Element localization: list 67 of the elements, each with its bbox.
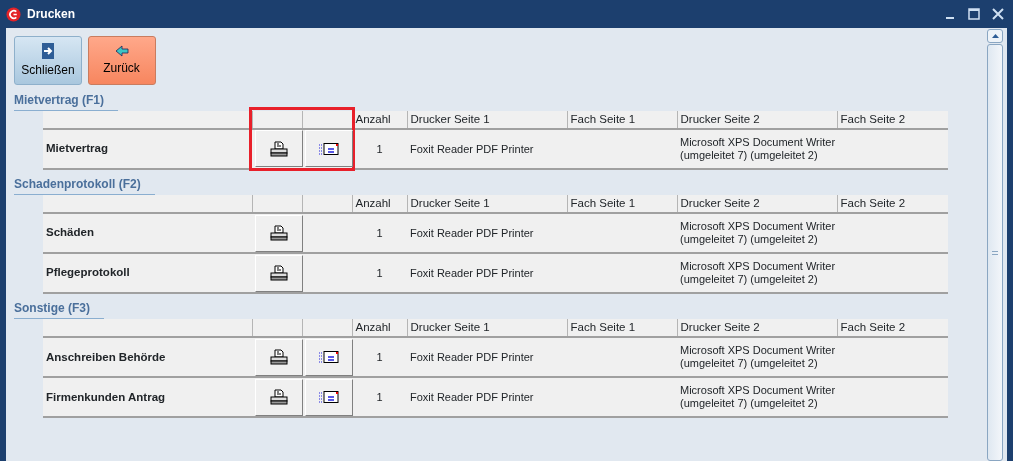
printer-icon <box>270 349 288 366</box>
minimize-icon <box>946 17 954 19</box>
printer-cell-text: Microsoft XPS Document Writer (umgeleitet 7) (umgeleitet 2) <box>680 135 837 162</box>
email-icon <box>319 391 339 404</box>
printer-cell: Foxit Reader PDF Printer <box>407 213 567 253</box>
column-header: Anzahl <box>352 319 407 338</box>
printer-cell-text: Microsoft XPS Document Writer (umgeleitet 7) (umgeleitet 2) <box>680 344 837 371</box>
column-header: Fach Seite 2 <box>837 110 948 129</box>
maximize-button[interactable] <box>965 5 983 23</box>
count-cell: 1 <box>352 377 407 418</box>
column-header: Drucker Seite 2 <box>677 319 837 338</box>
printer-cell: Foxit Reader PDF Printer <box>407 377 567 418</box>
section-heading: Mietvertrag (F1) <box>14 90 119 111</box>
email-button[interactable] <box>305 130 353 168</box>
email-button[interactable] <box>305 378 353 416</box>
column-header: Fach Seite 2 <box>837 194 948 213</box>
count-cell: 1 <box>352 337 407 378</box>
scrollbar-thumb[interactable] <box>987 44 1003 461</box>
column-header: Fach Seite 1 <box>567 194 677 213</box>
printer-cell: Foxit Reader PDF Printer <box>407 253 567 293</box>
print-button[interactable] <box>255 338 303 376</box>
print-button[interactable] <box>255 254 303 292</box>
grip-icon <box>992 250 998 255</box>
column-header: Drucker Seite 2 <box>677 110 837 129</box>
printer-cell-text: Microsoft XPS Document Writer (umgeleitet 7) (umgeleitet 2) <box>680 220 837 246</box>
column-header: Anzahl <box>352 194 407 213</box>
column-header: Fach Seite 2 <box>837 319 948 338</box>
arrow-up-icon <box>991 34 999 38</box>
column-header: Anzahl <box>352 110 407 129</box>
column-header: Drucker Seite 1 <box>407 319 567 338</box>
column-header: Drucker Seite 1 <box>407 194 567 213</box>
row-name: Firmenkunden Antrag <box>43 377 252 418</box>
row-name: Pflegeprotokoll <box>43 253 252 293</box>
printer-icon <box>270 389 288 406</box>
email-icon <box>319 351 339 364</box>
column-header: Fach Seite 1 <box>567 319 677 338</box>
printer-icon <box>270 265 288 281</box>
column-header: Fach Seite 1 <box>567 110 677 129</box>
printer-cell-text: Microsoft XPS Document Writer (umgeleitet 7) (umgeleitet 2) <box>680 260 837 286</box>
row-name: Anschreiben Behörde <box>43 337 252 378</box>
printer-cell: Foxit Reader PDF Printer <box>407 337 567 378</box>
printer-cell: Foxit Reader PDF Printer <box>407 128 567 169</box>
printer-icon <box>270 225 288 241</box>
column-header: Drucker Seite 2 <box>677 194 837 213</box>
printer-cell-text: Microsoft XPS Document Writer (umgeleitet 7) (umgeleitet 2) <box>680 384 837 411</box>
print-button[interactable] <box>255 378 303 416</box>
email-icon <box>319 142 339 155</box>
row-name: Mietvertrag <box>43 128 252 169</box>
count-cell: 1 <box>352 128 407 169</box>
email-button[interactable] <box>305 338 353 376</box>
window-title: Drucken <box>27 6 76 23</box>
scroll-up-button[interactable] <box>987 29 1003 43</box>
exit-door-icon <box>41 42 55 59</box>
print-button[interactable] <box>255 130 303 168</box>
close-button[interactable]: Schließen <box>14 36 82 85</box>
back-button[interactable]: Zurück <box>87 36 156 85</box>
count-cell: 1 <box>352 253 407 293</box>
printer-icon <box>270 140 288 157</box>
app-logo-icon <box>6 6 21 22</box>
back-arrow-icon <box>114 44 129 57</box>
row-name: Schäden <box>43 213 252 253</box>
column-header: Drucker Seite 1 <box>407 110 567 129</box>
count-cell: 1 <box>352 213 407 253</box>
section-heading: Schadenprotokoll (F2) <box>14 174 155 195</box>
maximize-icon <box>968 8 980 20</box>
print-button[interactable] <box>255 214 303 252</box>
close-icon <box>992 8 1004 20</box>
